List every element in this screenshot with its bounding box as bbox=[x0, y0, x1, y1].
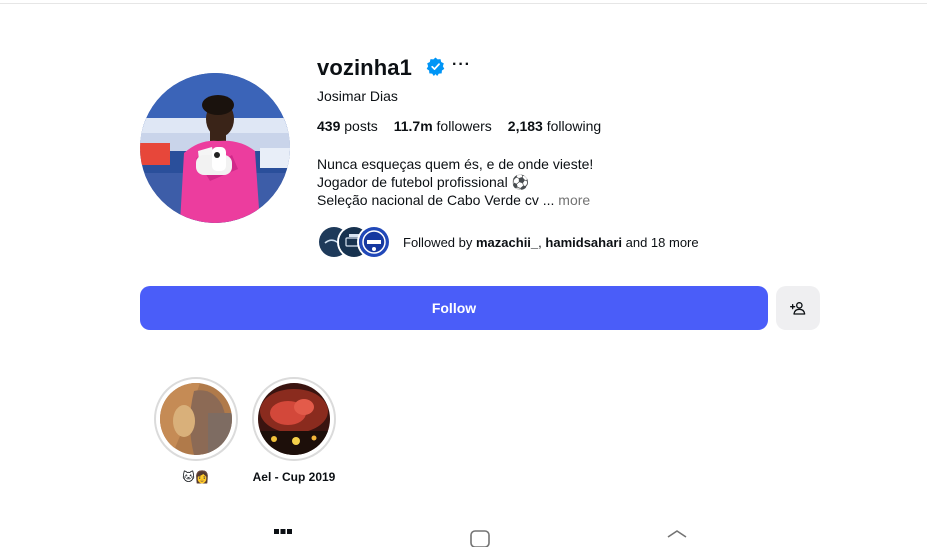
profile-bio: Nunca esqueças quem és, e de onde vieste… bbox=[317, 155, 593, 209]
followed-by-suffix: and 18 more bbox=[625, 234, 699, 250]
more-options-icon[interactable]: ··· bbox=[452, 56, 471, 74]
reels-icon[interactable] bbox=[470, 529, 490, 547]
highlight-cover bbox=[160, 383, 232, 455]
posts-value: 439 bbox=[317, 118, 341, 134]
bio-line: Nunca esqueças quem és, e de onde vieste… bbox=[317, 156, 594, 172]
following-label: following bbox=[546, 118, 602, 134]
suggested-accounts-button[interactable] bbox=[776, 286, 820, 330]
following-link[interactable]: 2,183 following bbox=[508, 118, 601, 134]
person-add-icon bbox=[790, 302, 806, 315]
verified-badge-icon bbox=[426, 57, 445, 76]
followers-label: followers bbox=[436, 118, 492, 134]
followed-by-user[interactable]: mazachii_ bbox=[476, 235, 538, 250]
posts-label: posts bbox=[344, 118, 378, 134]
followed-by-text: Followed by mazachii_, hamidsahari and 1… bbox=[403, 235, 699, 250]
profile-full-name: Josimar Dias bbox=[317, 88, 398, 104]
profile-stats: 439 posts 11.7m followers 2,183 followin… bbox=[317, 118, 601, 134]
story-highlight[interactable]: 🐱👩 bbox=[154, 377, 238, 484]
following-value: 2,183 bbox=[507, 118, 543, 134]
highlight-label: 🐱👩 bbox=[182, 470, 210, 484]
bio-line-last: Seleção nacional de Cabo Verde cv ... mo… bbox=[317, 191, 593, 209]
followers-value: 11.7m bbox=[393, 118, 433, 134]
posts-count: 439 posts bbox=[317, 118, 378, 134]
followed-by-user[interactable]: hamidsahari bbox=[545, 235, 622, 250]
follower-avatar bbox=[357, 225, 391, 259]
tagged-icon[interactable] bbox=[666, 529, 688, 547]
bio-more-link[interactable]: more bbox=[558, 192, 590, 208]
highlight-ring bbox=[154, 377, 238, 461]
top-divider bbox=[0, 3, 927, 4]
highlight-ring bbox=[252, 377, 336, 461]
bio-line: Jogador de futebol profissional ⚽ bbox=[317, 174, 530, 190]
highlight-label: Ael - Cup 2019 bbox=[252, 470, 336, 484]
profile-avatar[interactable] bbox=[140, 73, 290, 223]
profile-username: vozinha1 bbox=[317, 55, 412, 80]
followed-by-prefix: Followed by bbox=[403, 234, 473, 250]
bio-line-text: Seleção nacional de Cabo Verde cv ... bbox=[317, 192, 555, 208]
grid-icon[interactable] bbox=[274, 529, 292, 547]
highlight-cover bbox=[258, 383, 330, 455]
followed-by-row[interactable]: Followed by mazachii_, hamidsahari and 1… bbox=[317, 225, 699, 259]
followed-by-separator: , bbox=[538, 234, 542, 250]
followers-link[interactable]: 11.7m followers bbox=[394, 118, 492, 134]
follow-button[interactable]: Follow bbox=[140, 286, 768, 330]
story-highlight[interactable]: Ael - Cup 2019 bbox=[252, 377, 336, 484]
